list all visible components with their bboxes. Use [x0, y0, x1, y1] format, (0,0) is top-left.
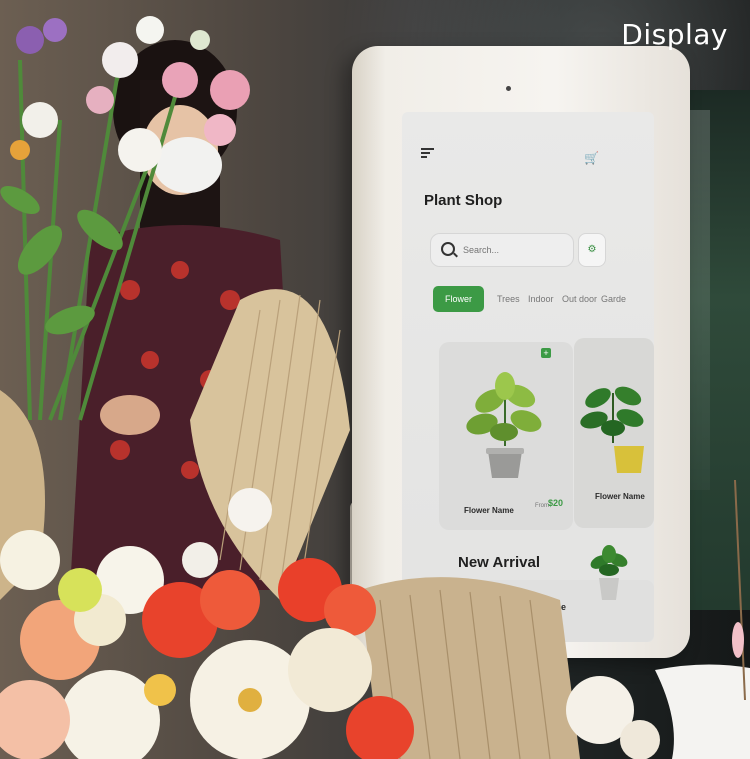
tab-garden[interactable]: Garde	[601, 286, 626, 312]
filter-button[interactable]: ⚙	[578, 233, 606, 267]
product-name: Flower Name	[464, 506, 514, 515]
kiosk-screen: 🛒 Plant Shop ⚙ Flower Trees Indoor Out d…	[402, 112, 654, 642]
cart-icon[interactable]: 🛒	[584, 152, 599, 164]
product-price: $20	[548, 498, 564, 508]
plant-image	[466, 372, 542, 478]
tab-flower[interactable]: Flower	[433, 286, 485, 312]
kiosk-camera	[506, 86, 511, 91]
tab-indoor[interactable]: Indoor	[528, 286, 554, 312]
search-box[interactable]	[430, 233, 574, 267]
tab-trees[interactable]: Trees	[497, 286, 520, 312]
arrival-plant-image	[590, 545, 628, 600]
menu-icon[interactable]	[421, 148, 434, 158]
search-icon	[441, 242, 455, 256]
filter-icon: ⚙	[587, 244, 597, 255]
new-arrival-heading: New Arrival	[458, 554, 540, 571]
price-prefix: From	[535, 503, 549, 509]
search-input[interactable]	[461, 239, 570, 261]
product-name-2: Flower Name	[595, 492, 645, 501]
florist-person	[70, 40, 300, 590]
photo-scene: 🛒 Plant Shop ⚙ Flower Trees Indoor Out d…	[0, 0, 750, 759]
add-icon[interactable]: +	[541, 348, 551, 358]
arrival-category: Indoor	[516, 593, 534, 599]
tab-outdoor[interactable]: Out door	[562, 286, 597, 312]
plant-image-2	[580, 386, 644, 473]
arrival-price: $5	[462, 592, 502, 622]
display-title: Display	[621, 18, 728, 51]
shop-title: Plant Shop	[424, 192, 503, 209]
category-tabs: Flower Trees Indoor Out door Garde	[433, 286, 654, 314]
arrival-name: Flower Tree	[516, 602, 567, 612]
